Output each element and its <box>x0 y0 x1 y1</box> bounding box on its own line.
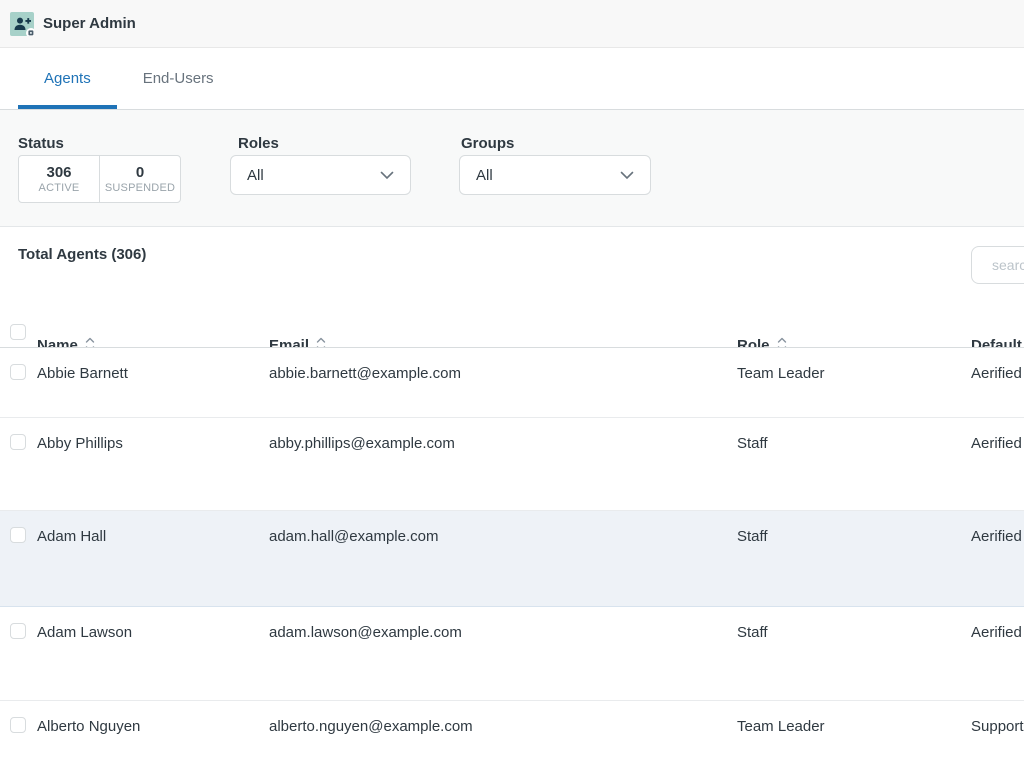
column-header-default-group[interactable]: Default Group <box>971 320 1024 347</box>
chevron-down-icon <box>620 171 634 180</box>
active-count: 306 <box>46 164 71 181</box>
agent-email: abbie.barnett@example.com <box>269 348 737 417</box>
tab-agents[interactable]: Agents <box>18 48 117 109</box>
topbar: Super Admin <box>0 0 1024 48</box>
search-input[interactable] <box>971 246 1024 284</box>
table-row[interactable]: Adam Hall adam.hall@example.com Staff Ae… <box>0 511 1024 607</box>
status-toggle: 306 ACTIVE 0 SUSPENDED <box>18 155 181 203</box>
sort-icon <box>316 337 326 347</box>
agent-role: Team Leader <box>737 348 971 417</box>
agent-email: abby.phillips@example.com <box>269 418 737 510</box>
agent-name: Adam Lawson <box>37 607 269 700</box>
table-row[interactable]: Abbie Barnett abbie.barnett@example.com … <box>0 348 1024 418</box>
agent-role: Team Leader <box>737 701 971 768</box>
row-checkbox[interactable] <box>10 717 26 733</box>
select-all-checkbox[interactable] <box>10 324 26 340</box>
agent-default-group: Aerified <box>971 348 1024 417</box>
column-header-email[interactable]: Email <box>269 320 737 347</box>
status-active-cell[interactable]: 306 ACTIVE <box>19 156 99 202</box>
row-checkbox[interactable] <box>10 623 26 639</box>
roles-filter-label: Roles <box>238 135 279 152</box>
agent-role: Staff <box>737 418 971 510</box>
agent-role: Staff <box>737 511 971 606</box>
table-row[interactable]: Alberto Nguyen alberto.nguyen@example.co… <box>0 701 1024 768</box>
tab-end-users-label: End-Users <box>143 70 214 87</box>
groups-select[interactable]: All <box>459 155 651 195</box>
row-checkbox[interactable] <box>10 364 26 380</box>
agent-default-group: Aerified <box>971 607 1024 700</box>
groups-select-value: All <box>476 167 620 184</box>
user-add-icon <box>10 12 34 36</box>
sort-icon <box>85 337 95 347</box>
roles-select-value: All <box>247 167 380 184</box>
status-filter-label: Status <box>18 135 64 152</box>
agent-name: Adam Hall <box>37 511 269 606</box>
agent-default-group: Support <box>971 701 1024 768</box>
column-header-name[interactable]: Name <box>37 320 269 347</box>
tab-end-users[interactable]: End-Users <box>117 48 240 109</box>
agent-name: Abby Phillips <box>37 418 269 510</box>
agent-name: Alberto Nguyen <box>37 701 269 768</box>
tab-strip: Agents End-Users <box>0 48 1024 110</box>
total-agents-label: Total Agents (306) <box>18 246 146 263</box>
agent-email: adam.hall@example.com <box>269 511 737 606</box>
table-row[interactable]: Adam Lawson adam.lawson@example.com Staf… <box>0 607 1024 701</box>
roles-select[interactable]: All <box>230 155 411 195</box>
row-checkbox[interactable] <box>10 527 26 543</box>
agent-email: adam.lawson@example.com <box>269 607 737 700</box>
column-header-role[interactable]: Role <box>737 320 971 347</box>
chevron-down-icon <box>380 171 394 180</box>
groups-filter-label: Groups <box>461 135 514 152</box>
active-caption: ACTIVE <box>39 181 80 195</box>
tab-agents-label: Agents <box>44 70 91 87</box>
sort-icon <box>777 337 787 347</box>
agent-default-group: Aerified <box>971 511 1024 606</box>
agent-default-group: Aerified <box>971 418 1024 510</box>
agent-email: alberto.nguyen@example.com <box>269 701 737 768</box>
table-row[interactable]: Abby Phillips abby.phillips@example.com … <box>0 418 1024 511</box>
row-checkbox[interactable] <box>10 434 26 450</box>
suspended-caption: SUSPENDED <box>105 181 175 195</box>
suspended-count: 0 <box>136 164 144 181</box>
list-toolbar: Total Agents (306) <box>0 227 1024 320</box>
agent-name: Abbie Barnett <box>37 348 269 417</box>
page-title: Super Admin <box>43 15 136 32</box>
agents-table: Name Email Role Default Group Abbie Barn… <box>0 320 1024 768</box>
agent-role: Staff <box>737 607 971 700</box>
status-suspended-cell[interactable]: 0 SUSPENDED <box>99 156 180 202</box>
table-header-row: Name Email Role Default Group <box>0 320 1024 348</box>
filter-section: Status 306 ACTIVE 0 SUSPENDED Roles All … <box>0 110 1024 227</box>
